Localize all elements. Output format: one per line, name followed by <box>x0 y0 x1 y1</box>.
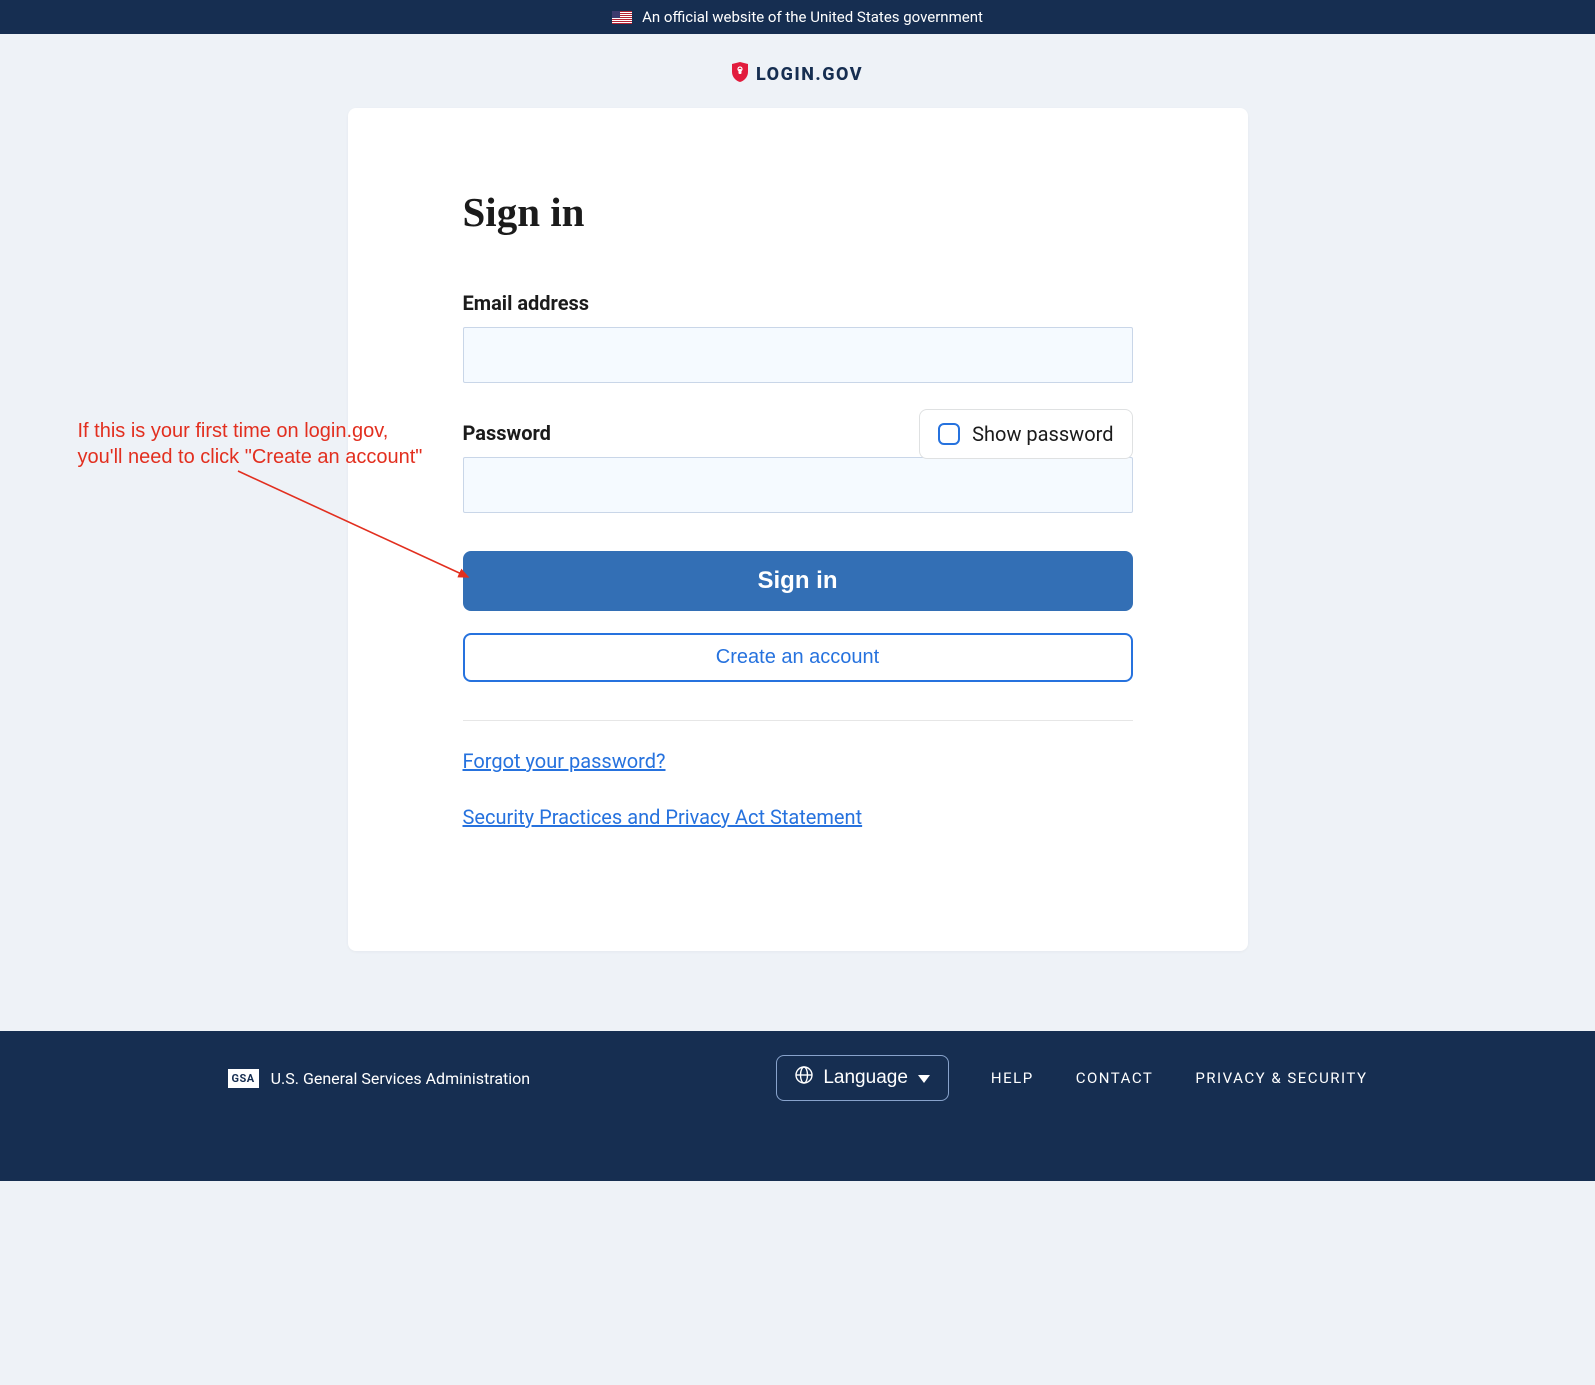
gov-banner-text: An official website of the United States… <box>642 8 983 26</box>
security-statement-link[interactable]: Security Practices and Privacy Act State… <box>463 805 863 829</box>
logo-text: LOGIN.GOV <box>756 64 863 85</box>
language-selector[interactable]: Language <box>776 1055 949 1101</box>
footer: GSA U.S. General Services Administration… <box>0 1031 1595 1181</box>
password-field-group: Show password Password <box>463 421 1133 513</box>
create-account-button[interactable]: Create an account <box>463 633 1133 682</box>
email-field-group: Email address <box>463 291 1133 383</box>
language-label: Language <box>823 1067 908 1089</box>
logo: LOGIN.GOV <box>732 62 863 86</box>
footer-agency-name: U.S. General Services Administration <box>271 1069 530 1088</box>
email-label: Email address <box>463 291 1133 315</box>
password-input[interactable] <box>463 457 1133 513</box>
show-password-label: Show password <box>972 422 1113 446</box>
us-flag-icon <box>612 11 632 24</box>
forgot-password-link[interactable]: Forgot your password? <box>463 749 666 773</box>
checkbox-icon <box>938 423 960 445</box>
globe-icon <box>795 1066 813 1090</box>
caret-down-icon <box>918 1067 930 1089</box>
divider <box>463 720 1133 721</box>
footer-link-contact[interactable]: CONTACT <box>1076 1069 1154 1087</box>
signin-button[interactable]: Sign in <box>463 551 1133 611</box>
header: LOGIN.GOV <box>0 34 1595 108</box>
gsa-badge-icon: GSA <box>228 1069 259 1088</box>
gov-banner: An official website of the United States… <box>0 0 1595 34</box>
footer-link-privacy[interactable]: PRIVACY & SECURITY <box>1195 1069 1367 1087</box>
footer-link-help[interactable]: HELP <box>991 1069 1034 1087</box>
page-title: Sign in <box>463 188 1133 236</box>
annotation-arrow <box>218 466 488 606</box>
signin-card: If this is your first time on login.gov,… <box>348 108 1248 951</box>
annotation-text: If this is your first time on login.gov,… <box>78 418 438 470</box>
shield-icon <box>732 62 748 86</box>
show-password-toggle[interactable]: Show password <box>919 409 1132 459</box>
email-input[interactable] <box>463 327 1133 383</box>
footer-agency-block: GSA U.S. General Services Administration <box>228 1069 531 1088</box>
